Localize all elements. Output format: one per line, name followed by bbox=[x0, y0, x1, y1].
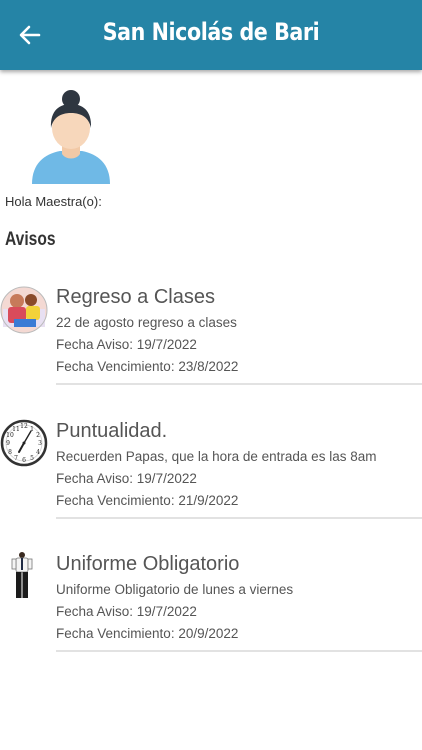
aviso-description: Uniforme Obligatorio de lunes a viernes bbox=[56, 582, 294, 597]
aviso-item[interactable]: Uniforme Obligatorio Uniforme Obligatori… bbox=[0, 552, 422, 656]
svg-text:8: 8 bbox=[8, 449, 12, 456]
aviso-description: 22 de agosto regreso a clases bbox=[56, 315, 237, 330]
aviso-fecha-aviso: Fecha Aviso: 19/7/2022 bbox=[56, 604, 197, 619]
aviso-title: Regreso a Clases bbox=[56, 286, 215, 308]
divider bbox=[56, 383, 422, 385]
divider bbox=[56, 517, 422, 519]
aviso-fecha-aviso: Fecha Aviso: 19/7/2022 bbox=[56, 471, 197, 486]
aviso-title: Puntualidad. bbox=[56, 420, 168, 442]
teacher-avatar-icon bbox=[32, 90, 110, 184]
svg-text:2: 2 bbox=[36, 432, 40, 439]
svg-text:9: 9 bbox=[6, 440, 10, 447]
svg-text:6: 6 bbox=[22, 457, 26, 464]
aviso-fecha-vencimiento: Fecha Vencimiento: 21/9/2022 bbox=[56, 493, 239, 508]
aviso-fecha-vencimiento: Fecha Vencimiento: 23/8/2022 bbox=[56, 359, 239, 374]
uniform-icon bbox=[11, 552, 33, 598]
svg-text:4: 4 bbox=[36, 449, 40, 456]
svg-text:5: 5 bbox=[30, 455, 34, 462]
svg-text:10: 10 bbox=[6, 432, 14, 439]
svg-text:7: 7 bbox=[14, 455, 18, 462]
svg-text:3: 3 bbox=[38, 440, 42, 447]
clock-icon: 12 3 6 9 1 2 4 5 7 8 10 11 bbox=[0, 419, 48, 467]
greeting-text: Hola Maestra(o): bbox=[5, 194, 102, 209]
app-bar: San Nicolás de Bari bbox=[0, 0, 422, 70]
aviso-description: Recuerden Papas, que la hora de entrada … bbox=[56, 449, 377, 464]
aviso-title: Uniforme Obligatorio bbox=[56, 553, 240, 575]
svg-text:12: 12 bbox=[20, 423, 28, 430]
section-title: Avisos bbox=[5, 229, 56, 250]
svg-text:11: 11 bbox=[12, 426, 20, 433]
aviso-item[interactable]: 12 3 6 9 1 2 4 5 7 8 10 11 Puntualidad. … bbox=[0, 419, 422, 523]
divider bbox=[56, 650, 422, 652]
aviso-fecha-aviso: Fecha Aviso: 19/7/2022 bbox=[56, 337, 197, 352]
page-title: San Nicolás de Bari bbox=[102, 18, 320, 46]
back-to-school-icon bbox=[0, 286, 48, 334]
aviso-item[interactable]: Regreso a Clases 22 de agosto regreso a … bbox=[0, 285, 422, 389]
aviso-fecha-vencimiento: Fecha Vencimiento: 20/9/2022 bbox=[56, 626, 239, 641]
